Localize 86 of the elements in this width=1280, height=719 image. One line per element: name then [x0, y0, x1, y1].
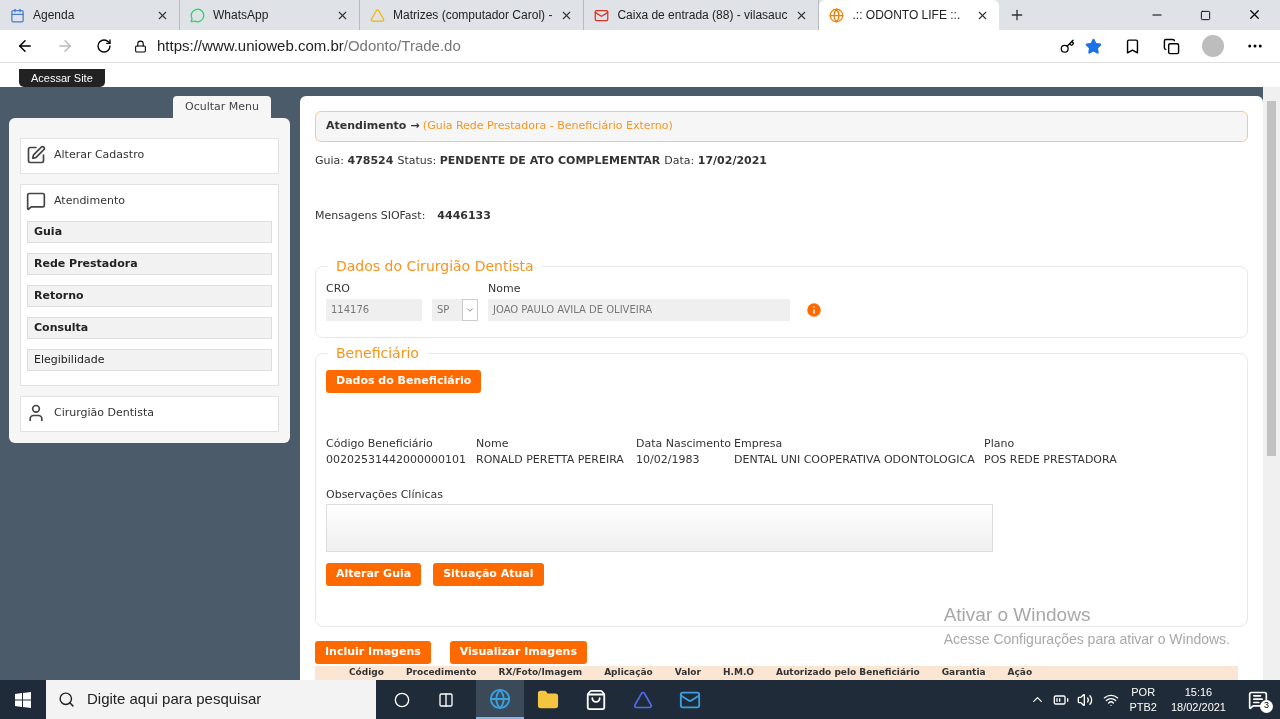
submenu-item[interactable]: Consulta — [27, 317, 272, 339]
edit-icon — [26, 145, 46, 165]
taskbar-search[interactable]: Digite aqui para pesquisar — [46, 680, 376, 719]
field-label: Código Beneficiário — [326, 435, 434, 452]
reload-icon[interactable] — [96, 38, 112, 54]
section-title: Dados do Cirurgião Dentista — [335, 257, 535, 276]
submenu-item[interactable]: Guia — [27, 221, 272, 243]
windows-logo-icon[interactable] — [15, 691, 31, 708]
status-field: Data: 17/02/2021 — [664, 153, 767, 170]
close-icon[interactable] — [1247, 7, 1262, 22]
column-header: Procedimento — [405, 666, 477, 680]
search-icon — [58, 691, 75, 708]
mail-icon — [594, 7, 610, 23]
activation-title: Ativar o Windows — [943, 602, 1092, 627]
tab-title: Caixa de entrada (88) - vilasauc — [617, 7, 788, 24]
field-label: Nome — [488, 281, 522, 297]
submenu-item[interactable]: Elegibilidade — [27, 349, 272, 371]
menu-item[interactable]: Alterar Cadastro — [21, 139, 278, 171]
name-field[interactable]: JOAO PAULO AVILA DE OLIVEIRA — [488, 298, 790, 321]
column-header: Valor — [674, 666, 701, 680]
cro-field[interactable]: 114176 — [326, 298, 422, 321]
folder-icon[interactable] — [537, 688, 559, 711]
field-label: Empresa — [734, 435, 784, 452]
keyboard-layout[interactable]: PTB2 — [1129, 699, 1157, 715]
messages-label: Mensagens SIOFast: — [315, 207, 426, 224]
speech-bubble-icon — [26, 191, 46, 211]
field-value: DENTAL UNI COOPERATIVA ODONTOLOGICA — [734, 452, 976, 468]
field-label: Plano — [984, 435, 1016, 452]
language-indicator[interactable]: POR — [1131, 684, 1156, 700]
notifications-icon[interactable] — [1248, 689, 1268, 710]
submenu-item[interactable]: Retorno — [27, 285, 272, 307]
back-icon[interactable] — [16, 37, 34, 55]
triangle-icon — [370, 7, 385, 23]
submenu-item[interactable]: Rede Prestadora — [27, 253, 272, 275]
field-label: Data Nascimento — [636, 435, 733, 452]
hide-menu-tab[interactable]: Ocultar Menu — [173, 96, 271, 118]
store-icon[interactable] — [585, 688, 607, 711]
collections-icon[interactable] — [1163, 37, 1180, 55]
activation-text: Acesse Configurações para ativar o Windows. — [943, 630, 1230, 649]
notes-field[interactable] — [326, 504, 993, 552]
field-label: Observações Clínicas — [326, 486, 445, 503]
lock-icon — [134, 39, 147, 53]
tab-title: WhatsApp — [213, 7, 270, 24]
column-header: Ação — [1007, 666, 1033, 680]
browser-icon[interactable] — [489, 687, 511, 710]
menu-item[interactable]: Cirurgião Dentista — [21, 397, 278, 429]
menu-item[interactable]: Atendimento — [21, 185, 278, 217]
field-value: 10/02/1983 — [636, 452, 701, 468]
column-header: Garantia — [941, 666, 986, 680]
globe-icon — [829, 7, 845, 23]
browser-tab[interactable]: .:: ODONTO LIFE ::. — [819, 0, 1000, 30]
calendar-icon — [10, 7, 25, 23]
chat-bubble-icon — [190, 7, 205, 23]
column-header: H.M.O — [723, 666, 754, 680]
info-icon[interactable] — [805, 300, 823, 319]
maximize-icon[interactable] — [1200, 10, 1211, 21]
column-header: RX/Foto/Imagem — [498, 666, 583, 680]
state-select[interactable]: SP — [432, 298, 478, 321]
volume-icon — [1077, 691, 1094, 708]
column-header: Código — [349, 666, 384, 680]
field-label: CRO — [326, 281, 351, 297]
task-view-icon[interactable] — [438, 691, 454, 708]
status-field: Status: PENDENTE DE ATO COMPLEMENTAR — [397, 153, 661, 170]
tab-title: Matrizes (computador Carol) - — [393, 7, 553, 24]
app-icon[interactable] — [633, 689, 653, 710]
person-icon — [26, 403, 46, 423]
notification-count: 3 — [1260, 699, 1273, 713]
column-header: Autorizado pelo Beneficiário — [775, 666, 920, 680]
favorites-icon[interactable] — [1124, 37, 1141, 55]
messages-value: 4446133 — [437, 207, 491, 224]
clock-time[interactable]: 15:16 — [1184, 684, 1213, 700]
field-value: RONALD PERETTA PEREIRA — [476, 452, 625, 468]
tab-title: .:: ODONTO LIFE ::. — [852, 7, 962, 24]
breadcrumb: Atendimento → (Guia Rede Prestadora - Beneficiário Externo) — [326, 118, 673, 135]
field-value: POS REDE PRESTADORA — [984, 452, 1118, 468]
status-field: Guia: 478524 — [315, 153, 394, 170]
field-value: 00202531442000000101 — [326, 452, 467, 468]
column-header: Aplicação — [604, 666, 653, 680]
cortana-icon[interactable] — [394, 691, 410, 708]
key-icon — [1060, 38, 1075, 54]
clock-date[interactable]: 18/02/2021 — [1170, 699, 1226, 715]
field-label: Nome — [476, 435, 510, 452]
tab-title: Agenda — [33, 7, 76, 24]
url-text: https://www.unioweb.com.br/Odonto/Trade.do — [157, 35, 461, 56]
site-button[interactable]: Acessar Site — [19, 69, 105, 87]
section-title: Beneficiário — [335, 343, 420, 363]
